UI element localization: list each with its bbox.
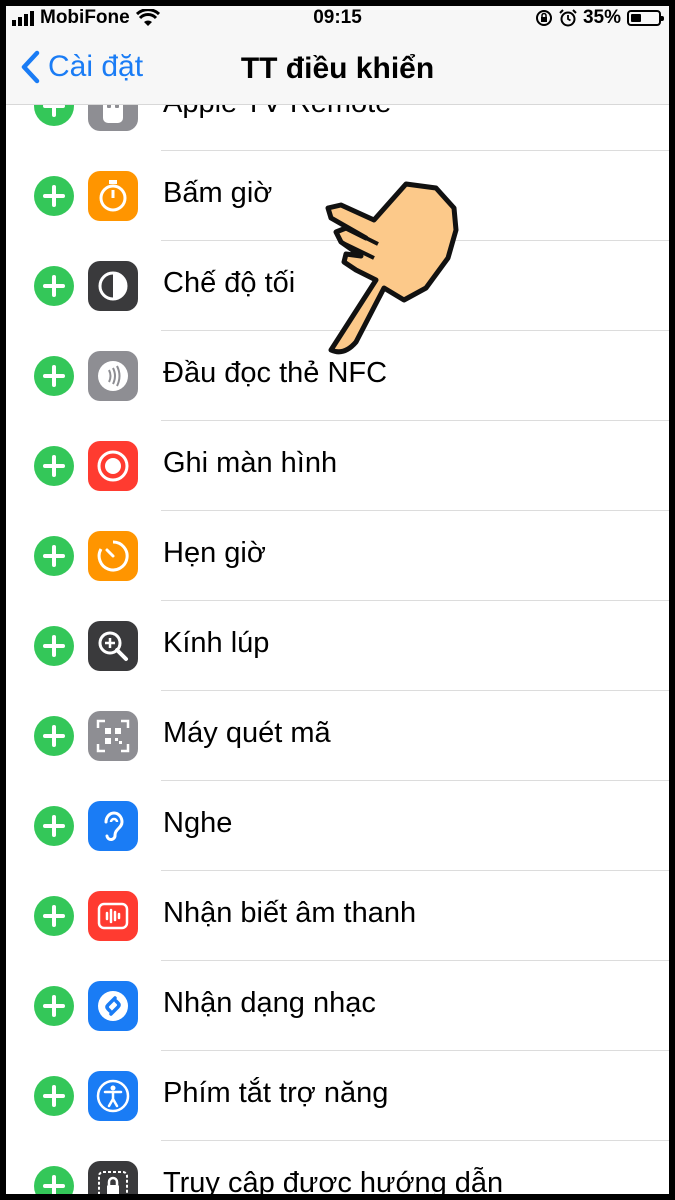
add-button[interactable] — [34, 536, 74, 576]
row-label: Kính lúp — [163, 627, 270, 659]
row-label: Bấm giờ — [163, 177, 273, 209]
page-title: TT điều khiển — [240, 52, 435, 85]
alarm-icon — [559, 9, 577, 27]
row-label: Apple TV Remote — [163, 104, 391, 120]
rotation-lock-icon — [535, 10, 552, 26]
row-label: Nghe — [163, 807, 233, 839]
phone-screen: MobiFone 09:15 35% Cài đặt TT điều khiển… — [6, 6, 669, 1194]
hearing-icon — [88, 801, 138, 851]
list-item: Nghe — [6, 781, 669, 871]
add-button[interactable] — [34, 1076, 74, 1116]
list-item: Apple TV Remote — [6, 104, 669, 151]
pointing-hand-icon — [325, 181, 459, 355]
add-button[interactable] — [34, 104, 74, 126]
list-item: Nhận biết âm thanh — [6, 871, 669, 961]
add-button[interactable] — [34, 806, 74, 846]
add-button[interactable] — [34, 176, 74, 216]
list-item: Kính lúp — [6, 601, 669, 691]
list-item: Hẹn giờ — [6, 511, 669, 601]
add-button[interactable] — [34, 1166, 74, 1194]
row-label: Nhận dạng nhạc — [163, 987, 376, 1019]
screen-record-icon — [88, 441, 138, 491]
row-label: Phím tắt trợ năng — [163, 1077, 389, 1109]
stopwatch-icon — [88, 171, 138, 221]
add-button[interactable] — [34, 626, 74, 666]
guided-access-icon — [88, 1161, 138, 1194]
list-item: Nhận dạng nhạc — [6, 961, 669, 1051]
dark-mode-icon — [88, 261, 138, 311]
code-scanner-icon — [88, 711, 138, 761]
magnifier-icon — [88, 621, 138, 671]
status-right: 35% — [535, 7, 664, 29]
add-button[interactable] — [34, 986, 74, 1026]
add-button[interactable] — [34, 356, 74, 396]
timer-icon — [88, 531, 138, 581]
add-button[interactable] — [34, 896, 74, 936]
row-label: Nhận biết âm thanh — [163, 897, 417, 929]
battery-percent: 35% — [582, 7, 621, 28]
row-label: Chế độ tối — [163, 267, 296, 299]
apple-tv-remote-icon — [88, 104, 138, 131]
sound-recognition-icon — [88, 891, 138, 941]
add-button[interactable] — [34, 266, 74, 306]
accessibility-icon — [88, 1071, 138, 1121]
list-item: Phím tắt trợ năng — [6, 1051, 669, 1141]
row-label: Máy quét mã — [163, 717, 331, 749]
row-label: Ghi màn hình — [163, 447, 338, 479]
nfc-icon — [88, 351, 138, 401]
row-label: Hẹn giờ — [163, 537, 266, 569]
list-item: Máy quét mã — [6, 691, 669, 781]
row-label: Đầu đọc thẻ NFC — [163, 357, 388, 389]
add-button[interactable] — [34, 716, 74, 756]
row-label: Truy cập được hướng dẫn — [163, 1167, 504, 1194]
list-item: Ghi màn hình — [6, 421, 669, 511]
add-button[interactable] — [34, 446, 74, 486]
navigation-bar: Cài đặt TT điều khiển — [6, 30, 669, 105]
battery-icon — [627, 10, 664, 26]
shazam-icon — [88, 981, 138, 1031]
status-bar: MobiFone 09:15 35% — [6, 6, 669, 30]
list-item: Truy cập được hướng dẫn — [6, 1141, 669, 1194]
